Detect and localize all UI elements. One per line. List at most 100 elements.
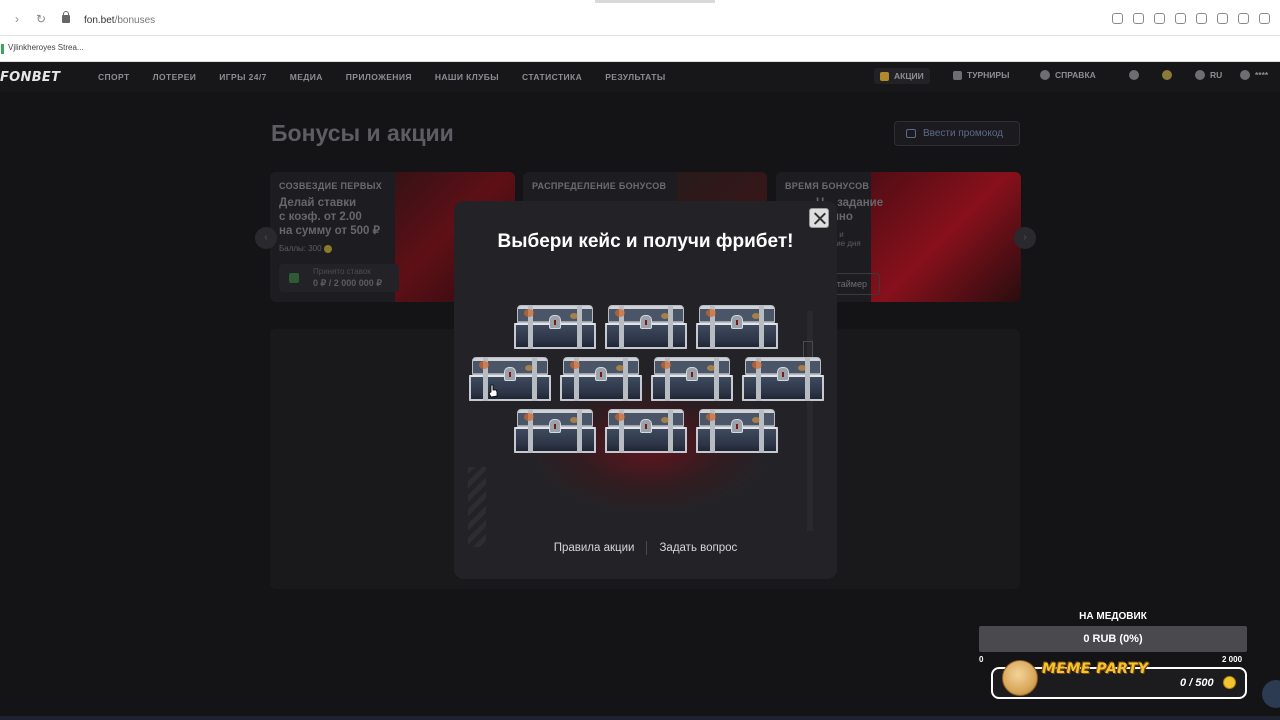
decor-stripes [468, 467, 486, 547]
user-icon [1240, 70, 1250, 80]
globe-icon [1195, 70, 1205, 80]
modal-footer: Правила акции Задать вопрос [454, 541, 837, 555]
bell-icon [1162, 70, 1172, 80]
donation-goal-title: НА МЕДОВИК [1079, 611, 1147, 622]
hand-cursor-icon [488, 384, 498, 398]
settings-button[interactable] [1129, 70, 1139, 80]
case-chest[interactable] [605, 305, 687, 349]
nav-tournaments-label: ТУРНИРЫ [967, 70, 1010, 80]
case-chest[interactable] [651, 357, 733, 401]
url-domain: fon.bet [84, 15, 115, 26]
nav-help[interactable]: СПРАВКА [1040, 70, 1096, 80]
enter-promo-code-button[interactable]: Ввести промокод [894, 121, 1020, 146]
nav-statistics[interactable]: СТАТИСТИКА [522, 72, 582, 82]
card-label: ВРЕМЯ БОНУСОВ [785, 181, 870, 191]
bookmark-item[interactable]: Vjlinkheroyes Strea... [8, 43, 84, 52]
enter-promo-code-label: Ввести промокод [923, 128, 1004, 139]
case-chest[interactable] [469, 357, 551, 401]
browser-toolbar: › ↻ fon.bet/bonuses [0, 0, 1280, 36]
case-chest[interactable] [514, 305, 596, 349]
accepted-value: 0 ₽ / 2 000 000 ₽ [313, 278, 382, 288]
close-button[interactable] [809, 208, 829, 228]
language-selector[interactable]: RU [1195, 70, 1222, 80]
stack-icon [289, 273, 299, 283]
site-header: FONBET СПОРТ ЛОТЕРЕИ ИГРЫ 24/7 МЕДИА ПРИ… [0, 62, 1280, 92]
address-bar[interactable]: fon.bet/bonuses [84, 15, 155, 26]
browser-extensions [1112, 13, 1270, 24]
goal-min: 0 [979, 655, 984, 664]
card-points-text: Баллы: 300 [279, 244, 322, 253]
camera-icon[interactable] [1133, 13, 1144, 24]
card-headline-line: Делай ставки [279, 197, 357, 209]
active-tab-indicator [595, 0, 715, 3]
play-icon[interactable] [1175, 13, 1186, 24]
fonbet-logo[interactable]: FONBET [0, 70, 60, 85]
account-button[interactable]: **** [1240, 70, 1268, 80]
chat-icon[interactable] [1262, 680, 1280, 708]
page-title: Бонусы и акции [271, 120, 454, 146]
share-icon[interactable] [1112, 13, 1123, 24]
profile-icon[interactable] [1259, 13, 1270, 24]
donation-goal-bar: 0 RUB (0%) [979, 626, 1247, 652]
trophy-icon [953, 70, 962, 80]
card-label: РАСПРЕДЕЛЕНИЕ БОНУСОВ [532, 181, 667, 191]
nav-media[interactable]: МЕДИА [290, 72, 323, 82]
bookmark-favicon-icon [1, 44, 4, 54]
coin-icon [1223, 676, 1236, 689]
card-art [871, 172, 1021, 302]
heart-icon[interactable] [1196, 13, 1207, 24]
goal-max: 2 000 [1222, 655, 1243, 664]
case-chest[interactable] [696, 409, 778, 453]
notifications-button[interactable] [1162, 70, 1172, 80]
nav-help-label: СПРАВКА [1055, 70, 1096, 80]
main-nav: СПОРТ ЛОТЕРЕИ ИГРЫ 24/7 МЕДИА ПРИЛОЖЕНИЯ… [98, 72, 689, 82]
card-label: СОЗВЕЗДИЕ ПЕРВЫХ [279, 181, 383, 191]
taskbar-edge [0, 716, 1280, 720]
carousel-next-button[interactable]: › [1014, 227, 1036, 249]
url-path: /bonuses [114, 15, 156, 26]
gear-icon [1129, 70, 1139, 80]
account-label: **** [1255, 70, 1269, 80]
gift-icon [880, 71, 889, 81]
reload-icon[interactable]: ↻ [34, 12, 48, 26]
ticket-icon [906, 129, 916, 138]
shield-icon[interactable] [1154, 13, 1165, 24]
card-headline: Делай ставки с коэф. от 2.00 на сумму от… [279, 196, 380, 238]
menu-icon[interactable] [1238, 13, 1249, 24]
download-icon[interactable] [1217, 13, 1228, 24]
case-chest[interactable] [696, 305, 778, 349]
help-icon [1040, 70, 1050, 80]
nav-promotions[interactable]: АКЦИИ [874, 68, 930, 84]
carousel-prev-button[interactable]: ‹ [255, 227, 277, 249]
case-chest[interactable] [514, 409, 596, 453]
language-label: RU [1210, 70, 1223, 80]
meme-party-count: 0 / 500 [1180, 677, 1214, 689]
accepted-label: Принято ставок [313, 267, 371, 276]
decor-rail [803, 311, 813, 531]
meme-party-label: MEME PARTY [1042, 661, 1149, 677]
lock-icon[interactable] [62, 11, 70, 23]
nav-results[interactable]: РЕЗУЛЬТАТЫ [605, 72, 665, 82]
case-chest[interactable] [560, 357, 642, 401]
bookmarks-bar: Vjlinkheroyes Strea... [0, 36, 1280, 62]
nav-sport[interactable]: СПОРТ [98, 72, 130, 82]
modal-title: Выбери кейс и получи фрибет! [497, 231, 794, 252]
card-points: Баллы: 300 [279, 244, 332, 253]
case-chest[interactable] [742, 357, 824, 401]
nav-games[interactable]: ИГРЫ 24/7 [219, 72, 266, 82]
case-chest[interactable] [605, 409, 687, 453]
nav-promotions-label: АКЦИИ [894, 71, 924, 81]
ask-question-link[interactable]: Задать вопрос [659, 542, 737, 554]
card-headline-line: на сумму от 500 ₽ [279, 225, 380, 237]
nav-tournaments[interactable]: ТУРНИРЫ [953, 70, 1009, 80]
rules-link[interactable]: Правила акции [554, 542, 635, 554]
nav-lotteries[interactable]: ЛОТЕРЕИ [153, 72, 197, 82]
case-modal: Выбери кейс и получи фрибет! Правила акц… [454, 201, 837, 579]
card-headline-line: с коэф. от 2.00 [279, 211, 362, 223]
forward-icon[interactable]: › [10, 12, 24, 26]
card-progress: Принято ставок 0 ₽ / 2 000 000 ₽ [279, 264, 399, 292]
coin-icon [323, 244, 332, 253]
doge-avatar-icon [1002, 660, 1038, 696]
nav-apps[interactable]: ПРИЛОЖЕНИЯ [346, 72, 412, 82]
nav-clubs[interactable]: НАШИ КЛУБЫ [435, 72, 499, 82]
